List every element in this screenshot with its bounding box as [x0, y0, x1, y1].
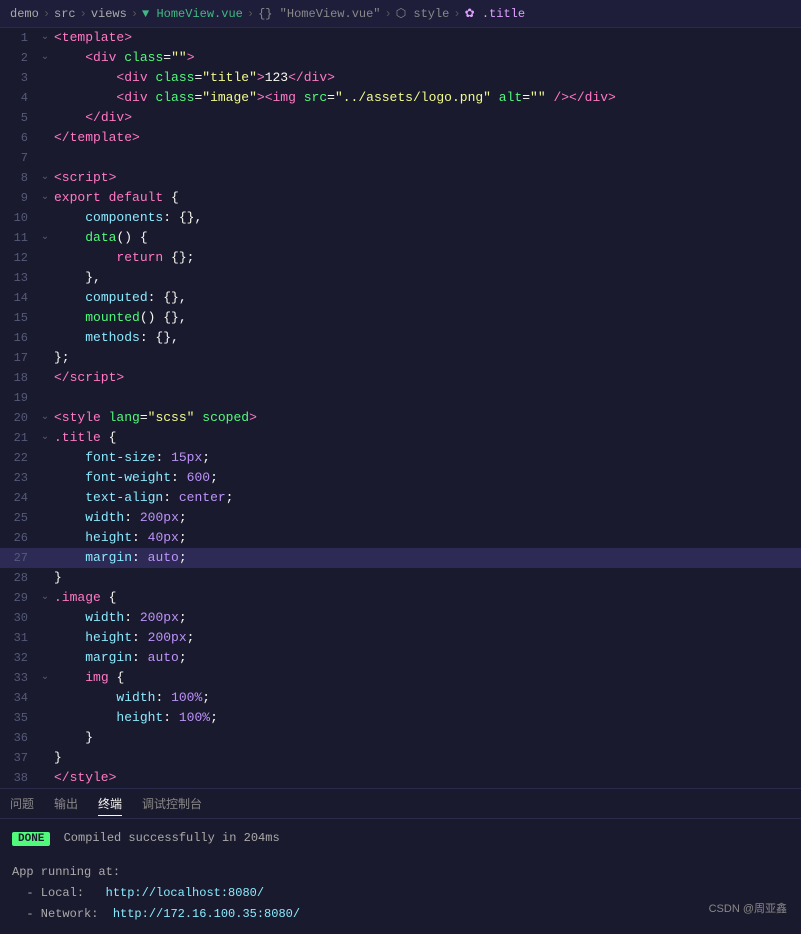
code-line: 38 </style>	[0, 768, 801, 788]
sep3: ›	[131, 7, 138, 21]
code-line: 32 margin: auto;	[0, 648, 801, 668]
code-line: 15 mounted() {},	[0, 308, 801, 328]
code-line: 14 computed: {},	[0, 288, 801, 308]
code-line: 10 components: {},	[0, 208, 801, 228]
code-line: 23 font-weight: 600;	[0, 468, 801, 488]
code-line: 11 ⌄ data() {	[0, 228, 801, 248]
breadcrumb-title[interactable]: ✿ .title	[465, 6, 525, 21]
code-line: 25 width: 200px;	[0, 508, 801, 528]
code-line: 17 };	[0, 348, 801, 368]
code-line: 36 }	[0, 728, 801, 748]
tab-debug[interactable]: 调试控制台	[142, 793, 202, 814]
code-line: 29 ⌄ .image {	[0, 588, 801, 608]
breadcrumb: demo › src › views › ▼ HomeView.vue › {}…	[0, 0, 801, 28]
breadcrumb-homeview[interactable]: ▼ HomeView.vue	[142, 7, 243, 21]
code-line: 19	[0, 388, 801, 408]
terminal-app-running: App running at:	[12, 863, 789, 882]
code-line: 31 height: 200px;	[0, 628, 801, 648]
code-content: 1 ⌄ <template> 2 ⌄ <div class=""> 3 <div…	[0, 28, 801, 788]
tab-problems[interactable]: 问题	[10, 793, 34, 814]
code-line: 12 return {};	[0, 248, 801, 268]
tab-terminal[interactable]: 终端	[98, 793, 122, 814]
code-line: 30 width: 200px;	[0, 608, 801, 628]
code-line: 20 ⌄ <style lang="scss" scoped>	[0, 408, 801, 428]
breadcrumb-src[interactable]: src	[54, 7, 76, 21]
code-line: 18 </script>	[0, 368, 801, 388]
code-line: 33 ⌄ img {	[0, 668, 801, 688]
breadcrumb-obj[interactable]: {} "HomeView.vue"	[258, 7, 380, 21]
bottom-panel: 问题 输出 终端 调试控制台 DONE Compiled successfull…	[0, 788, 801, 926]
code-line: 6 </template>	[0, 128, 801, 148]
breadcrumb-style[interactable]: ⬡ style	[396, 6, 450, 21]
sep5: ›	[385, 7, 392, 21]
code-line: 4 <div class="image"><img src="../assets…	[0, 88, 801, 108]
terminal-compiled-line: DONE Compiled successfully in 204ms	[12, 829, 789, 849]
code-line: 8 ⌄ <script>	[0, 168, 801, 188]
code-line: 3 <div class="title">123</div>	[0, 68, 801, 88]
code-line: 2 ⌄ <div class="">	[0, 48, 801, 68]
network-label: - Network:	[12, 907, 98, 921]
local-url[interactable]: http://localhost:8080/	[106, 886, 264, 900]
app-running-label: App running at:	[12, 865, 120, 879]
code-line: 34 width: 100%;	[0, 688, 801, 708]
code-line: 7	[0, 148, 801, 168]
tab-output[interactable]: 输出	[54, 793, 78, 814]
breadcrumb-demo[interactable]: demo	[10, 7, 39, 21]
sep6: ›	[453, 7, 460, 21]
code-line-highlighted: 27 margin: auto;	[0, 548, 801, 568]
code-line: 16 methods: {},	[0, 328, 801, 348]
done-badge: DONE	[12, 832, 50, 846]
code-line: 21 ⌄ .title {	[0, 428, 801, 448]
local-label: - Local:	[12, 886, 84, 900]
code-line: 28 }	[0, 568, 801, 588]
terminal-local: - Local: http://localhost:8080/	[12, 884, 789, 903]
watermark: CSDN @周亚鑫	[709, 900, 787, 916]
code-line: 1 ⌄ <template>	[0, 28, 801, 48]
sep2: ›	[80, 7, 87, 21]
sep4: ›	[247, 7, 254, 21]
code-line: 22 font-size: 15px;	[0, 448, 801, 468]
terminal-output: DONE Compiled successfully in 204ms App …	[0, 819, 801, 934]
breadcrumb-views[interactable]: views	[91, 7, 127, 21]
code-line: 35 height: 100%;	[0, 708, 801, 728]
code-line: 37 }	[0, 748, 801, 768]
sep1: ›	[43, 7, 50, 21]
code-line: 13 },	[0, 268, 801, 288]
compiled-message: Compiled successfully in 204ms	[64, 831, 280, 845]
code-line: 26 height: 40px;	[0, 528, 801, 548]
code-editor[interactable]: 1 ⌄ <template> 2 ⌄ <div class=""> 3 <div…	[0, 28, 801, 788]
code-line: 9 ⌄ export default {	[0, 188, 801, 208]
code-line: 5 </div>	[0, 108, 801, 128]
terminal-network: - Network: http://172.16.100.35:8080/	[12, 905, 789, 924]
panel-tabs: 问题 输出 终端 调试控制台	[0, 789, 801, 819]
code-line: 24 text-align: center;	[0, 488, 801, 508]
network-url[interactable]: http://172.16.100.35:8080/	[113, 907, 300, 921]
